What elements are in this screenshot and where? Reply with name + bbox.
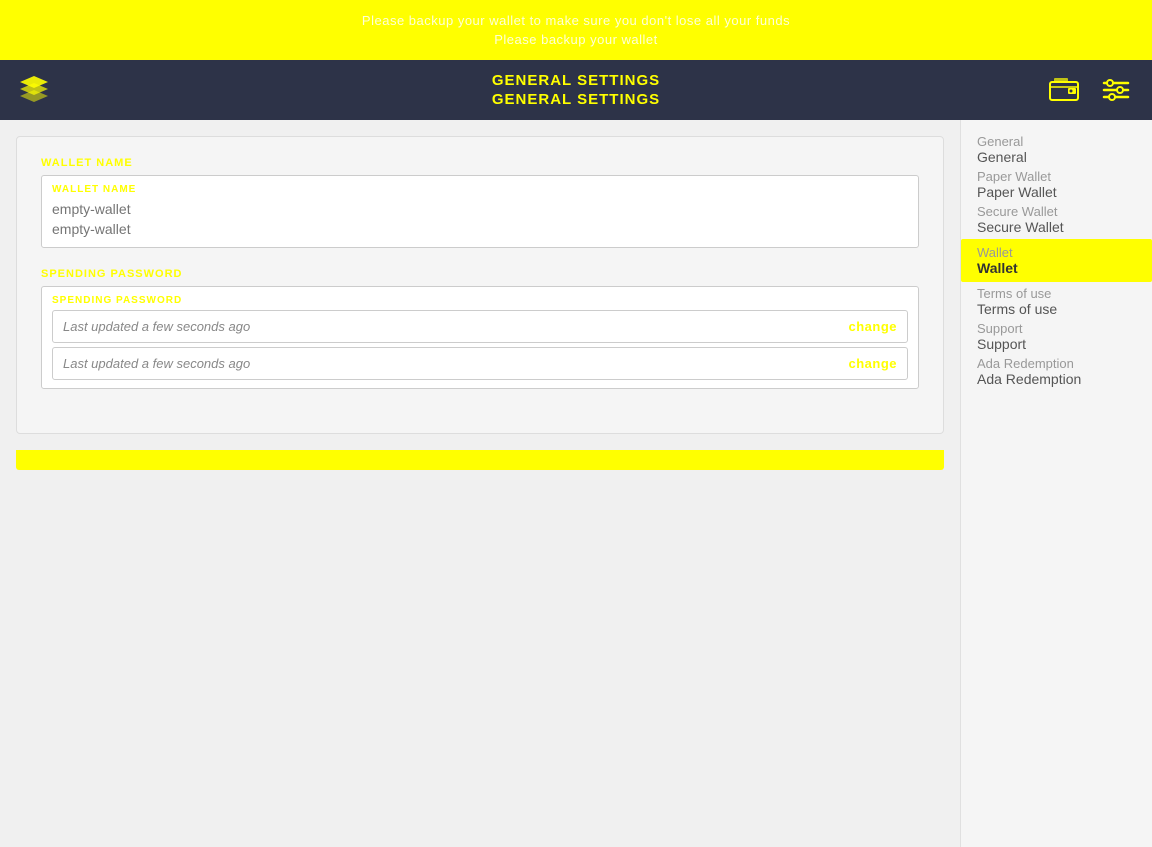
navbar-title-line2: GENERAL SETTINGS: [492, 90, 660, 110]
navbar: GENERAL SETTINGS GENERAL SETTINGS: [0, 60, 1152, 120]
wallet-name-label: WALLET NAME: [41, 157, 919, 169]
sidebar-terms-group: Terms of use Terms of use: [961, 284, 1152, 319]
settings-card: WALLET NAME WALLET NAME SPENDING PASSWOR…: [16, 136, 944, 434]
spending-password-input-label: SPENDING PASSWORD: [52, 295, 908, 306]
sidebar-wallet-active-group[interactable]: Wallet Wallet: [961, 239, 1152, 282]
sidebar-general-group: General General: [961, 132, 1152, 167]
sidebar-secure-wallet-main[interactable]: Secure Wallet: [977, 219, 1136, 235]
sidebar-wallet-shadow: Wallet: [977, 245, 1136, 260]
sidebar: General General Paper Wallet Paper Walle…: [960, 120, 1152, 847]
spending-password-row-2: Last updated a few seconds ago change: [52, 347, 908, 380]
sidebar-secure-wallet-group: Secure Wallet Secure Wallet: [961, 202, 1152, 237]
spending-password-wrapper: SPENDING PASSWORD Last updated a few sec…: [41, 286, 919, 389]
sidebar-secure-wallet-shadow: Secure Wallet: [977, 204, 1136, 219]
top-banner: Please backup your wallet to make sure y…: [0, 0, 1152, 60]
sidebar-support-main[interactable]: Support: [977, 336, 1136, 352]
navbar-right: [1044, 70, 1136, 110]
logo-icon: [16, 72, 52, 108]
spending-password-row-1: Last updated a few seconds ago change: [52, 310, 908, 343]
wallet-name-input-1[interactable]: [52, 199, 908, 219]
sidebar-support-group: Support Support: [961, 319, 1152, 354]
spending-password-group: SPENDING PASSWORD SPENDING PASSWORD Last…: [41, 268, 919, 389]
sidebar-paper-wallet-main[interactable]: Paper Wallet: [977, 184, 1136, 200]
settings-icon: [1100, 74, 1132, 106]
sidebar-terms-shadow: Terms of use: [977, 286, 1136, 301]
wallet-name-input-2[interactable]: [52, 219, 908, 239]
change-button-1[interactable]: change: [848, 319, 897, 334]
sidebar-general-main[interactable]: General: [977, 149, 1136, 165]
sidebar-ada-redemption-group: Ada Redemption Ada Redemption: [961, 354, 1152, 389]
sidebar-terms-main[interactable]: Terms of use: [977, 301, 1136, 317]
sidebar-paper-wallet-shadow: Paper Wallet: [977, 169, 1136, 184]
banner-text-line2: Please backup your wallet: [494, 30, 658, 50]
logo: [16, 72, 52, 108]
navbar-center: GENERAL SETTINGS GENERAL SETTINGS: [492, 71, 660, 110]
sidebar-paper-wallet-group: Paper Wallet Paper Wallet: [961, 167, 1152, 202]
sidebar-ada-redemption-main[interactable]: Ada Redemption: [977, 371, 1136, 387]
settings-icon-button[interactable]: [1096, 70, 1136, 110]
navbar-title-line1: GENERAL SETTINGS: [492, 71, 660, 91]
spending-password-label: SPENDING PASSWORD: [41, 268, 919, 280]
content-area: WALLET NAME WALLET NAME SPENDING PASSWOR…: [0, 120, 960, 847]
sidebar-wallet-main: Wallet: [977, 260, 1136, 276]
wallet-icon: [1048, 74, 1080, 106]
banner-text-line1: Please backup your wallet to make sure y…: [362, 11, 790, 31]
wallet-name-input-wrapper: WALLET NAME: [41, 175, 919, 248]
main-layout: WALLET NAME WALLET NAME SPENDING PASSWOR…: [0, 120, 1152, 847]
change-button-2[interactable]: change: [848, 356, 897, 371]
sidebar-ada-redemption-shadow: Ada Redemption: [977, 356, 1136, 371]
last-updated-2: Last updated a few seconds ago: [63, 356, 250, 371]
wallet-icon-button[interactable]: [1044, 70, 1084, 110]
last-updated-1: Last updated a few seconds ago: [63, 319, 250, 334]
sidebar-support-shadow: Support: [977, 321, 1136, 336]
yellow-bottom-bar: [16, 450, 944, 470]
wallet-name-group: WALLET NAME WALLET NAME: [41, 157, 919, 248]
wallet-name-input-label: WALLET NAME: [52, 184, 908, 195]
sidebar-general-shadow: General: [977, 134, 1136, 149]
